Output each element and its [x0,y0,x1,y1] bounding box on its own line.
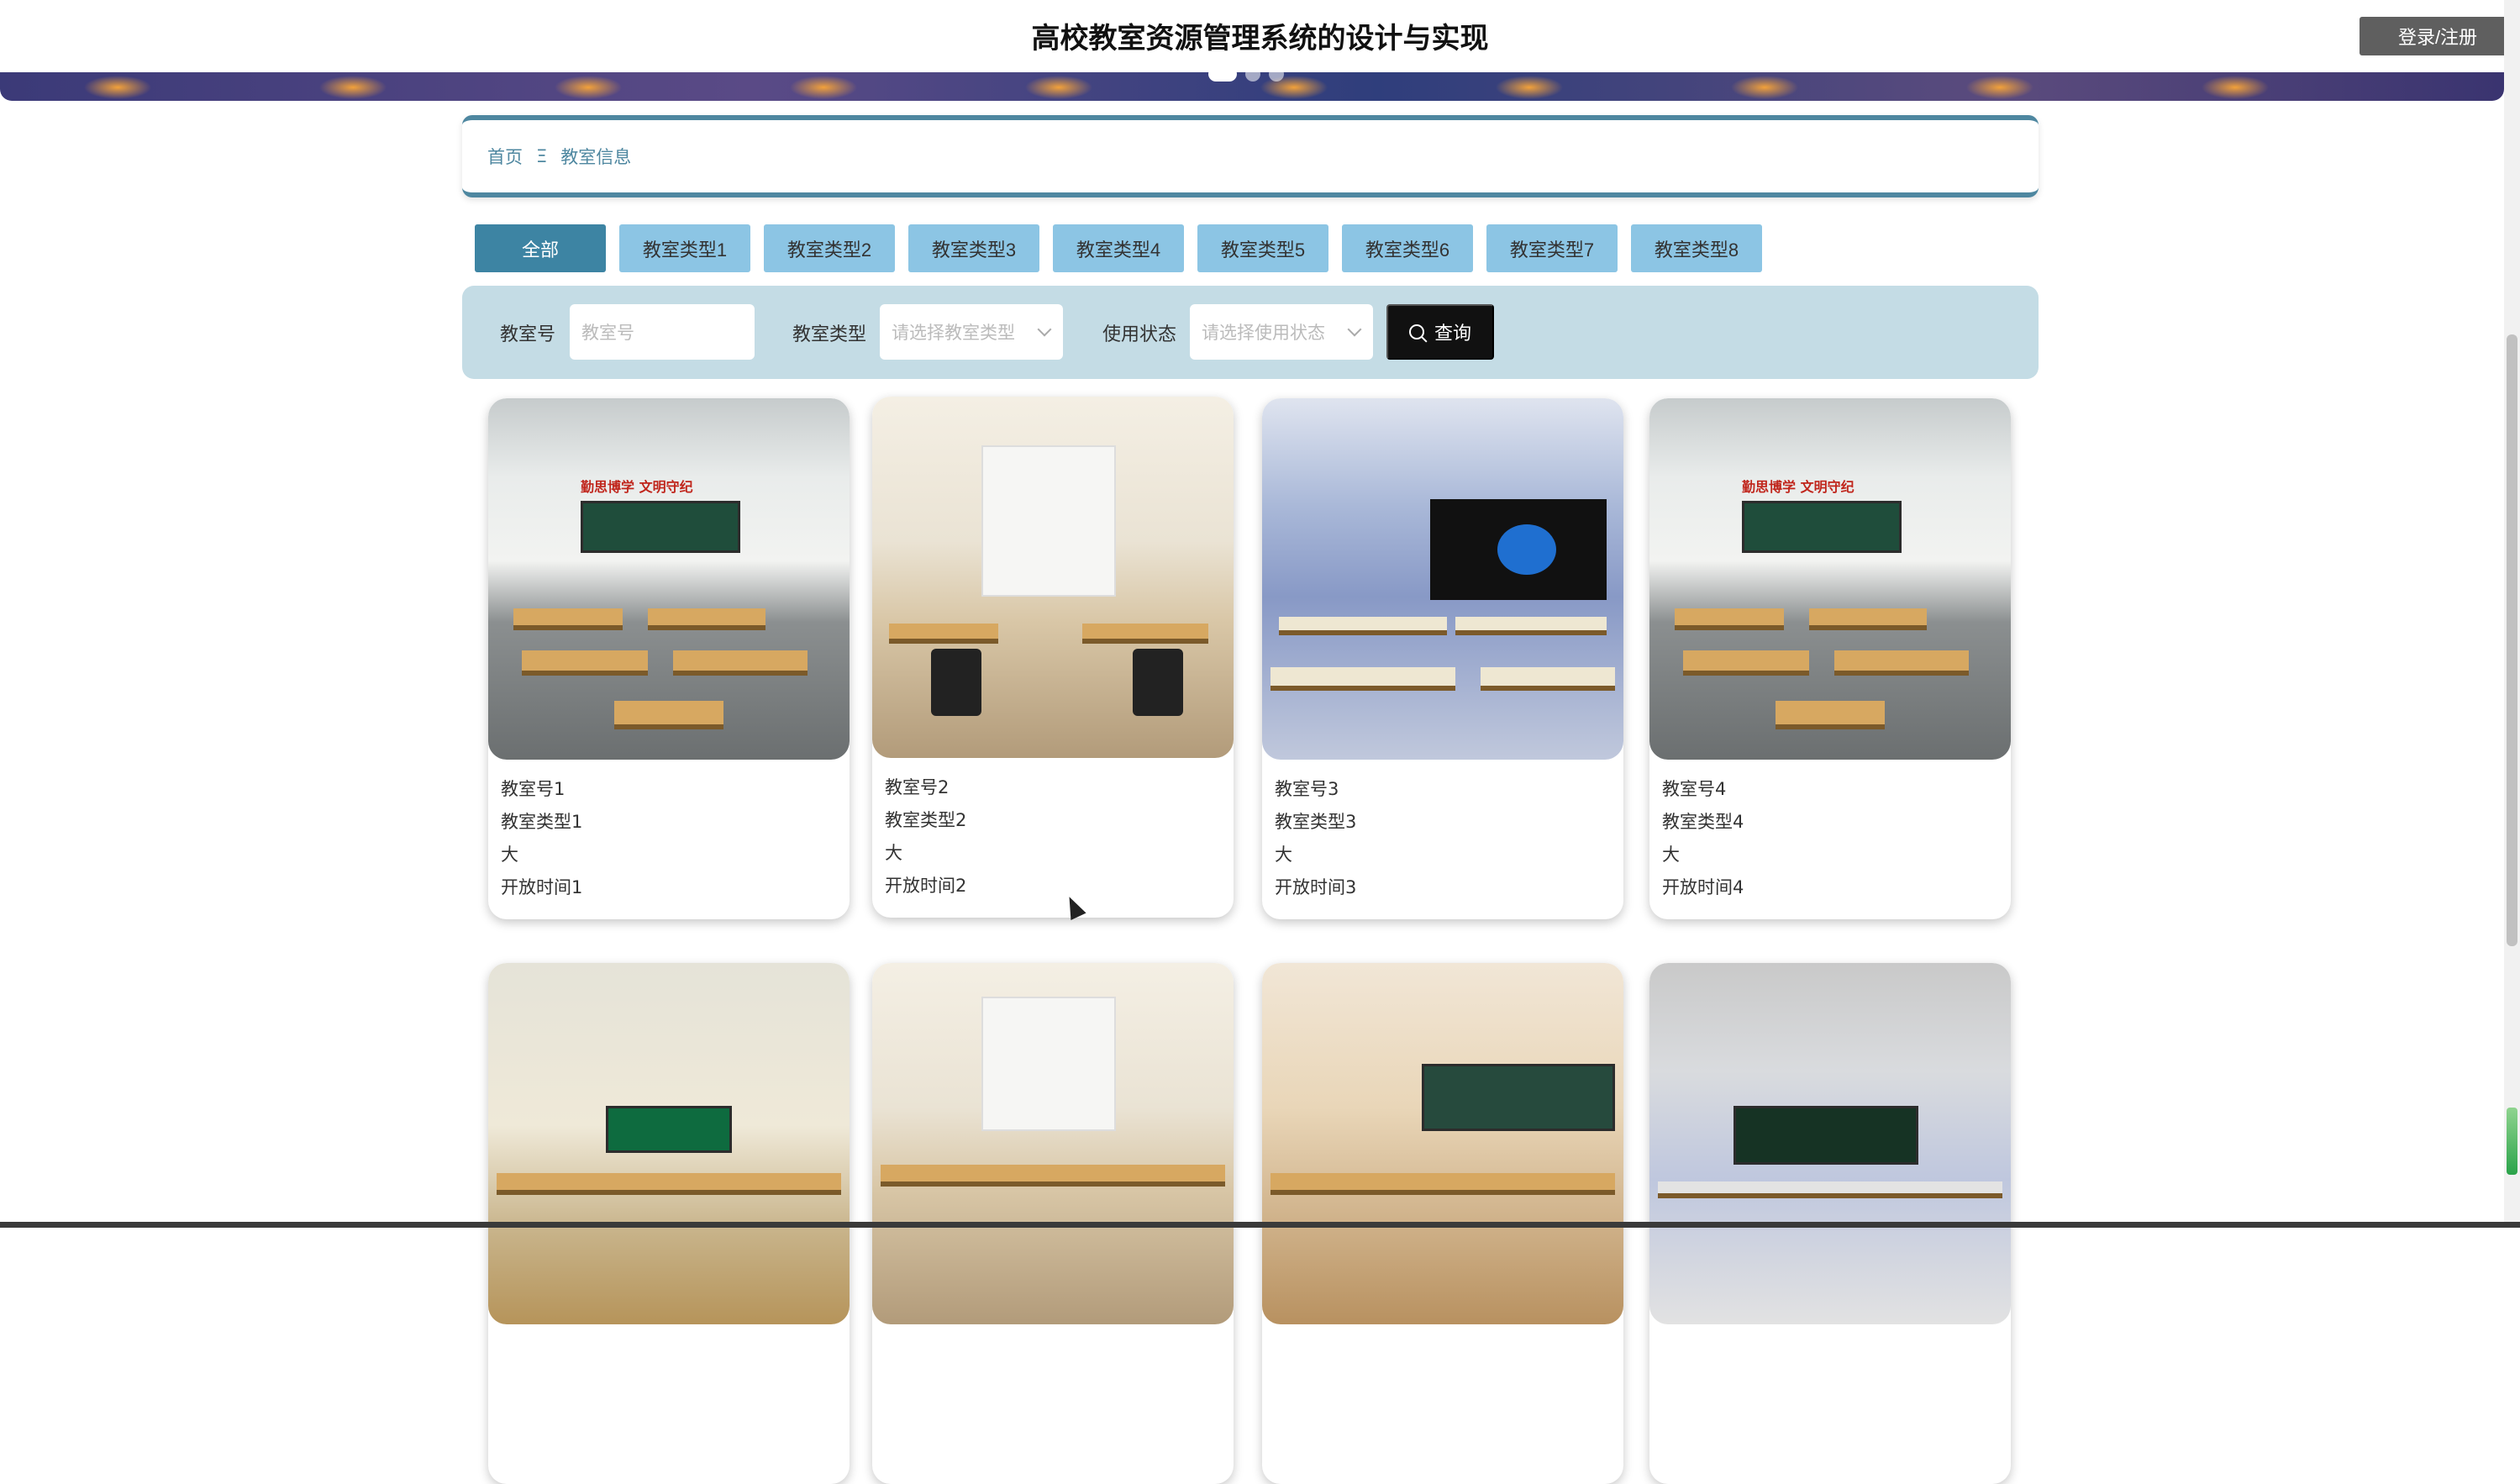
tab-type-4[interactable]: 教室类型4 [1053,224,1184,272]
room-type: 教室类型3 [1275,812,1357,832]
room-info: 教室号1 教室类型1 大 开放时间1 [488,760,850,904]
room-photo: 勤思博学 文明守纪 [488,398,850,760]
room-number: 教室号3 [1275,779,1339,799]
category-tabs: 全部 教室类型1 教室类型2 教室类型3 教室类型4 教室类型5 教室类型6 教… [475,224,1762,272]
room-number: 教室号4 [1662,779,1727,799]
room-type-label: 教室类型 [792,324,867,345]
room-photo [872,397,1234,758]
header: 高校教室资源管理系统的设计与实现 登录/注册 [0,0,2520,74]
room-open-time: 开放时间1 [501,877,583,897]
breadcrumb-separator: Ξ [536,146,548,166]
room-card[interactable]: 勤思博学 文明守纪 教室号4 教室类型4 大 开放时间4 [1649,398,2011,919]
site-title: 高校教室资源管理系统的设计与实现 [1031,22,1489,55]
tab-type-5[interactable]: 教室类型5 [1197,224,1328,272]
room-open-time: 开放时间2 [885,876,967,896]
room-no-label: 教室号 [500,324,556,345]
tab-type-8[interactable]: 教室类型8 [1631,224,1762,272]
scrollbar-thumb[interactable] [2507,334,2517,946]
room-type-select[interactable]: 请选择教室类型 [880,304,1063,360]
room-type: 教室类型1 [501,812,583,832]
query-button[interactable]: 查询 [1386,304,1494,360]
tab-type-6[interactable]: 教室类型6 [1342,224,1473,272]
room-photo [488,963,850,1324]
room-no-placeholder: 教室号 [581,323,634,343]
room-size: 大 [1662,845,1680,865]
breadcrumb-current: 教室信息 [560,147,632,167]
room-number: 教室号2 [885,777,950,797]
search-panel: 教室号 教室号 教室类型 请选择教室类型 使用状态 请选择使用状态 查询 [462,286,2039,379]
room-slogan: 勤思博学 文明守纪 [1742,479,1854,495]
room-photo [1262,398,1623,760]
room-type: 教室类型4 [1662,812,1744,832]
room-info: 教室号3 教室类型3 大 开放时间3 [1262,760,1623,904]
tab-all[interactable]: 全部 [475,224,606,272]
breadcrumb-home-link[interactable]: 首页 [487,144,523,169]
login-register-button[interactable]: 登录/注册 [2360,17,2516,55]
status-placeholder: 请选择使用状态 [1202,323,1325,343]
tab-type-3[interactable]: 教室类型3 [908,224,1039,272]
room-size: 大 [885,843,902,863]
room-card[interactable]: 勤思博学 文明守纪 教室号1 教室类型1 大 开放时间1 [488,398,850,919]
page-scrollbar[interactable] [2504,0,2520,1228]
scroll-indicator [2507,1108,2517,1175]
chevron-down-icon [1347,322,1362,337]
room-card[interactable]: 教室号3 教室类型3 大 开放时间3 [1262,398,1623,919]
query-button-label: 查询 [1434,323,1471,344]
status-label: 使用状态 [1102,324,1177,345]
room-type: 教室类型2 [885,810,967,830]
room-type-placeholder: 请选择教室类型 [892,323,1015,343]
room-photo [872,963,1234,1324]
room-open-time: 开放时间3 [1275,877,1357,897]
tab-type-1[interactable]: 教室类型1 [619,224,750,272]
room-info: 教室号2 教室类型2 大 开放时间2 [872,758,1234,903]
status-select[interactable]: 请选择使用状态 [1190,304,1373,360]
room-info: 教室号4 教室类型4 大 开放时间4 [1649,760,2011,904]
room-open-time: 开放时间4 [1662,877,1744,897]
room-card[interactable]: 教室号2 教室类型2 大 开放时间2 [872,397,1234,918]
room-size: 大 [501,845,518,865]
room-number: 教室号1 [501,779,566,799]
carousel-dot-1[interactable] [1208,66,1237,82]
tab-type-2[interactable]: 教室类型2 [764,224,895,272]
chevron-down-icon [1037,322,1052,337]
room-photo [1262,963,1623,1324]
bottom-bar [0,1222,2520,1228]
room-photo [1649,963,2011,1324]
carousel-dot-2[interactable] [1245,66,1260,82]
search-icon [1408,324,1424,339]
room-photo: 勤思博学 文明守纪 [1649,398,2011,760]
breadcrumb: 首页 Ξ 教室信息 [462,115,2039,197]
carousel-indicators [1208,66,1284,82]
room-no-input[interactable]: 教室号 [570,304,755,360]
carousel-dot-3[interactable] [1269,66,1284,82]
room-size: 大 [1275,845,1292,865]
tab-type-7[interactable]: 教室类型7 [1486,224,1618,272]
room-slogan: 勤思博学 文明守纪 [581,479,693,495]
